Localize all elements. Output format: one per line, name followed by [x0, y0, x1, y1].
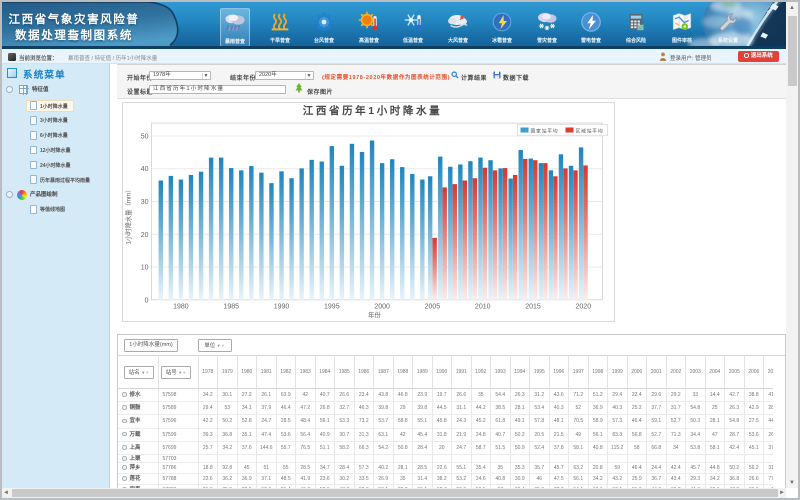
- svg-text:2010: 2010: [474, 303, 490, 310]
- svg-text:40: 40: [140, 166, 148, 173]
- svg-text:1小时降水量（mm）: 1小时降水量（mm）: [123, 186, 132, 244]
- svg-text:2015: 2015: [525, 303, 541, 310]
- svg-text:30: 30: [140, 198, 148, 205]
- svg-text:2005: 2005: [424, 303, 440, 310]
- svg-text:区域站平均: 区域站平均: [575, 127, 603, 134]
- svg-text:1990: 1990: [273, 303, 289, 310]
- svg-text:20: 20: [140, 231, 148, 238]
- svg-text:国家站平均: 国家站平均: [530, 127, 558, 134]
- svg-text:1980: 1980: [173, 303, 189, 310]
- svg-text:2020: 2020: [575, 303, 591, 310]
- svg-text:50: 50: [140, 133, 148, 140]
- svg-text:10: 10: [140, 264, 148, 271]
- svg-text:年份: 年份: [368, 310, 382, 319]
- svg-text:0: 0: [144, 297, 148, 304]
- svg-text:江西省历年1小时降水量: 江西省历年1小时降水量: [302, 104, 441, 117]
- svg-text:1995: 1995: [324, 303, 340, 310]
- svg-text:1985: 1985: [223, 303, 239, 310]
- svg-text:2000: 2000: [374, 303, 390, 310]
